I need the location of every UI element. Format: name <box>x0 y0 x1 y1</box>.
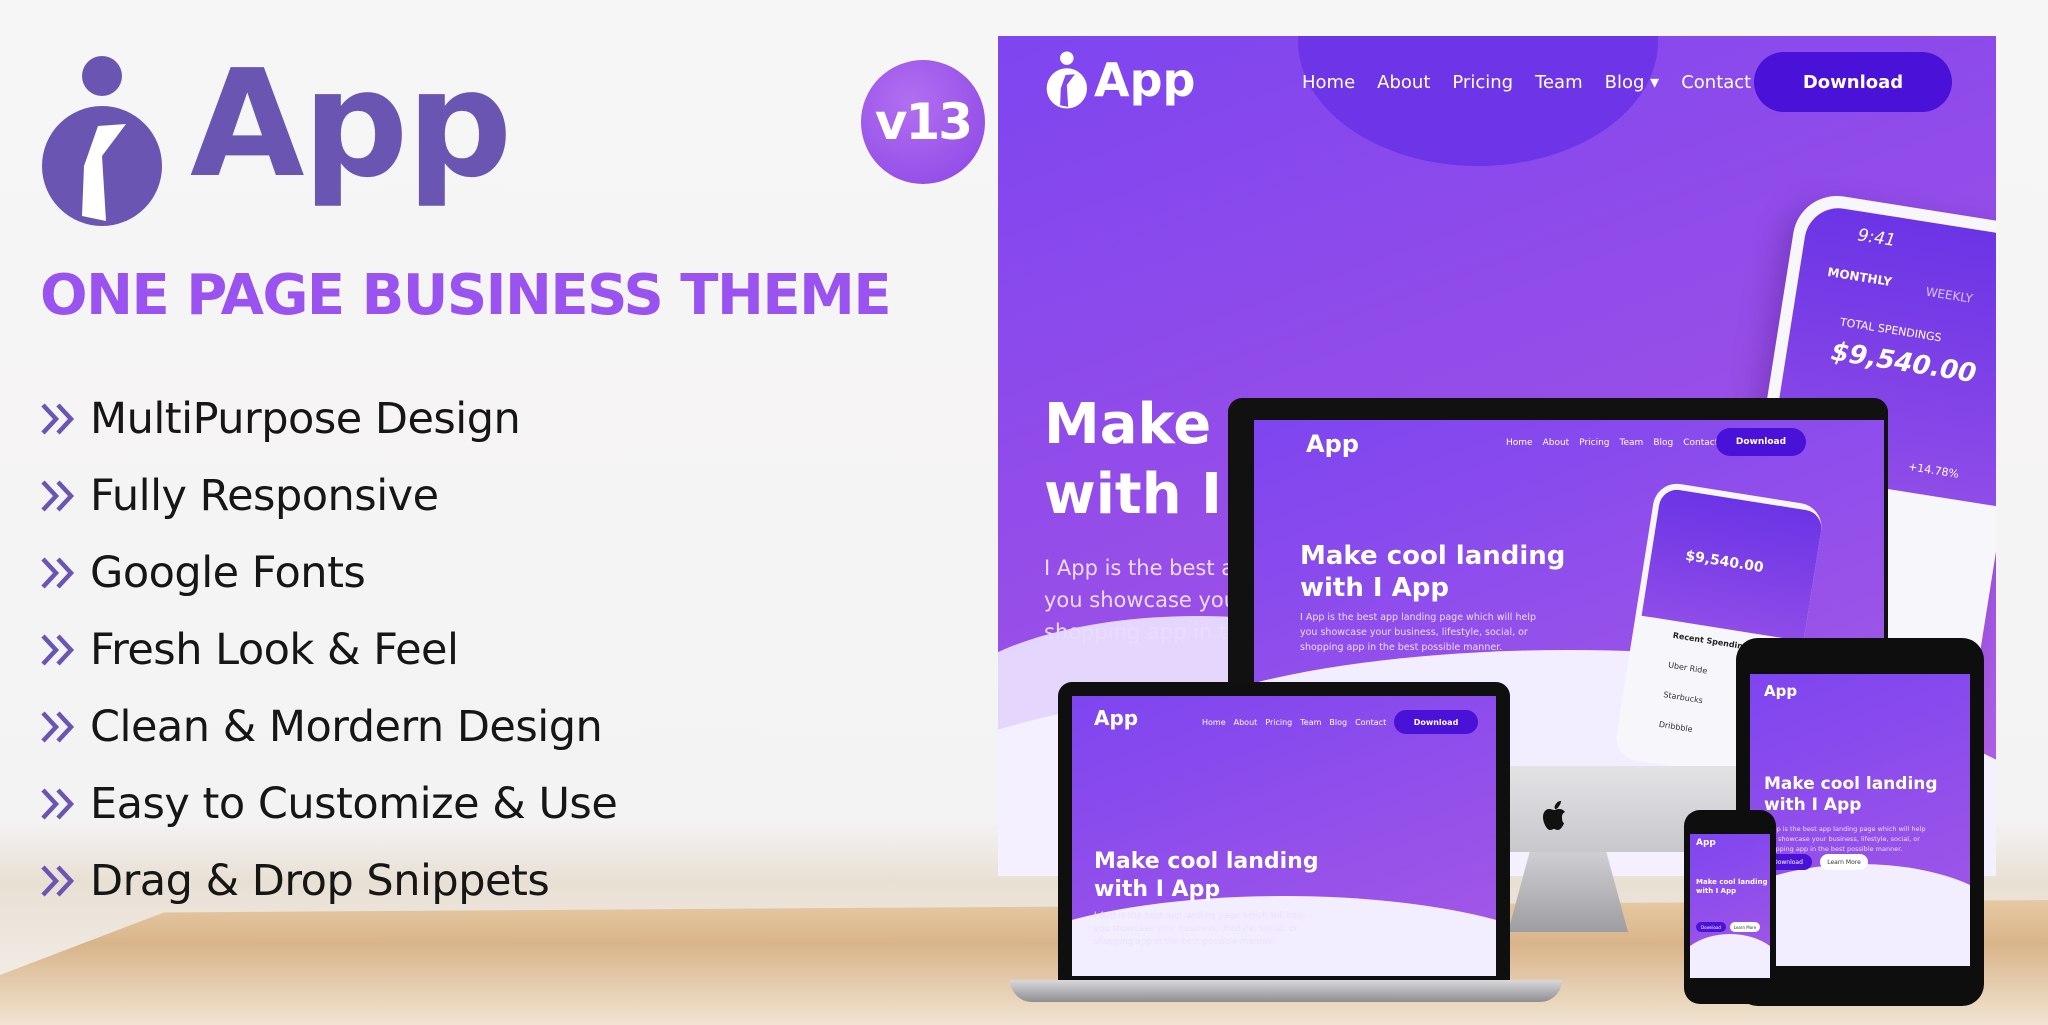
hero-text: I App is the best app landing page which… <box>1094 911 1306 947</box>
nav-pricing[interactable]: Pricing <box>1579 438 1609 448</box>
app-logo-icon <box>1046 51 1087 109</box>
double-chevron-icon <box>41 479 75 512</box>
feature-item: Drag & Drop Snippets <box>40 842 617 919</box>
nav-about[interactable]: About <box>1234 718 1258 727</box>
tablet-screen: App Make cool landing with I App I App i… <box>1750 674 1970 966</box>
feature-item: Easy to Customize & Use <box>40 765 618 842</box>
feature-label: Clean & Mordern Design <box>90 701 603 752</box>
item-name: Uber Ride <box>1667 660 1708 676</box>
nav-contact[interactable]: Contact <box>1683 438 1718 448</box>
nav-about[interactable]: About <box>1543 438 1570 448</box>
site-nav: Home About Pricing Team Blog ▾ Contact <box>1302 72 1751 93</box>
feature-list: MultiPurpose Design Fully Responsive Goo… <box>40 380 618 919</box>
app-logo-icon <box>42 56 162 226</box>
version-badge: v13 <box>861 60 985 184</box>
phone-screen: App Make cool landing with I App Downloa… <box>1690 834 1770 978</box>
nav-blog-label: Blog <box>1604 72 1645 93</box>
feature-item: Fresh Look & Feel <box>40 611 617 688</box>
learn-more-button[interactable]: Learn More <box>1730 922 1760 932</box>
double-chevron-icon <box>41 402 75 435</box>
double-chevron-icon <box>41 633 75 666</box>
phone-logo-text: App <box>1696 838 1716 848</box>
tagline: ONE PAGE BUSINESS THEME <box>40 263 892 328</box>
nav-team[interactable]: Team <box>1300 718 1321 727</box>
nav-home[interactable]: Home <box>1202 718 1226 727</box>
nav-home[interactable]: Home <box>1506 438 1533 448</box>
feature-label: Easy to Customize & Use <box>90 778 618 829</box>
site-logo[interactable]: App <box>1046 50 1195 110</box>
decor-wave <box>1750 864 1970 966</box>
double-chevron-icon <box>41 710 75 743</box>
hero-title: Make cool landing with I App <box>1764 774 1938 815</box>
monitor-nav: Home About Pricing Team Blog Contact <box>1506 438 1718 448</box>
download-button[interactable]: Download <box>1754 52 1952 112</box>
laptop-screen: App Home About Pricing Team Blog Contact… <box>1072 696 1496 976</box>
feature-label: Fully Responsive <box>90 470 439 521</box>
nav-home[interactable]: Home <box>1302 72 1355 93</box>
download-button[interactable]: Download <box>1394 710 1478 734</box>
nav-team[interactable]: Team <box>1535 72 1583 93</box>
nav-contact[interactable]: Contact <box>1681 72 1751 93</box>
apple-logo-icon <box>1543 801 1565 830</box>
download-button[interactable]: Download <box>1696 922 1726 932</box>
hero-title: Make cool landing with I App <box>1696 878 1768 895</box>
double-chevron-icon <box>41 787 75 820</box>
nav-blog[interactable]: Blog <box>1329 718 1347 727</box>
nav-pricing[interactable]: Pricing <box>1452 72 1513 93</box>
nav-about[interactable]: About <box>1377 72 1430 93</box>
brand-name: App <box>190 38 512 210</box>
hero-title: Make cool landing with I App <box>1094 849 1319 902</box>
site-logo-text: App <box>1094 53 1196 107</box>
feature-label: Google Fonts <box>90 547 366 598</box>
feature-label: Drag & Drop Snippets <box>90 855 550 906</box>
decor-blob <box>1298 36 1658 166</box>
double-chevron-icon <box>41 864 75 897</box>
decor-wave <box>1690 934 1770 978</box>
feature-item: MultiPurpose Design <box>40 380 617 457</box>
double-chevron-icon <box>41 556 75 589</box>
tablet-logo-text: App <box>1764 682 1798 700</box>
laptop-nav: Home About Pricing Team Blog Contact <box>1202 718 1386 727</box>
laptop-base <box>1010 980 1562 1002</box>
nav-team[interactable]: Team <box>1620 438 1644 448</box>
download-button[interactable]: Download <box>1716 428 1806 456</box>
feature-item: Clean & Mordern Design <box>40 688 617 765</box>
monitor-logo-text: App <box>1306 430 1359 458</box>
nav-blog[interactable]: Blog ▾ <box>1605 72 1660 93</box>
learn-more-button[interactable]: Learn More <box>1820 854 1868 870</box>
feature-label: Fresh Look & Feel <box>90 624 459 675</box>
hero-text: I App is the best ap you showcase your s… <box>1044 556 1247 644</box>
hero-text: I App is the best app landing page which… <box>1300 612 1536 653</box>
chevron-down-icon: ▾ <box>1650 72 1660 93</box>
laptop-logo-text: App <box>1094 706 1139 730</box>
item-name: Starbucks <box>1662 690 1704 706</box>
nav-pricing[interactable]: Pricing <box>1265 718 1292 727</box>
nav-contact[interactable]: Contact <box>1355 718 1386 727</box>
feature-item: Fully Responsive <box>40 457 617 534</box>
feature-item: Google Fonts <box>40 534 617 611</box>
hero-title: Make cool landing with I App <box>1300 541 1566 603</box>
item-name: Dribbble <box>1658 719 1694 734</box>
hero-text: I App is the best app landing page which… <box>1764 825 1926 853</box>
feature-label: MultiPurpose Design <box>90 393 521 444</box>
nav-blog[interactable]: Blog <box>1653 438 1673 448</box>
